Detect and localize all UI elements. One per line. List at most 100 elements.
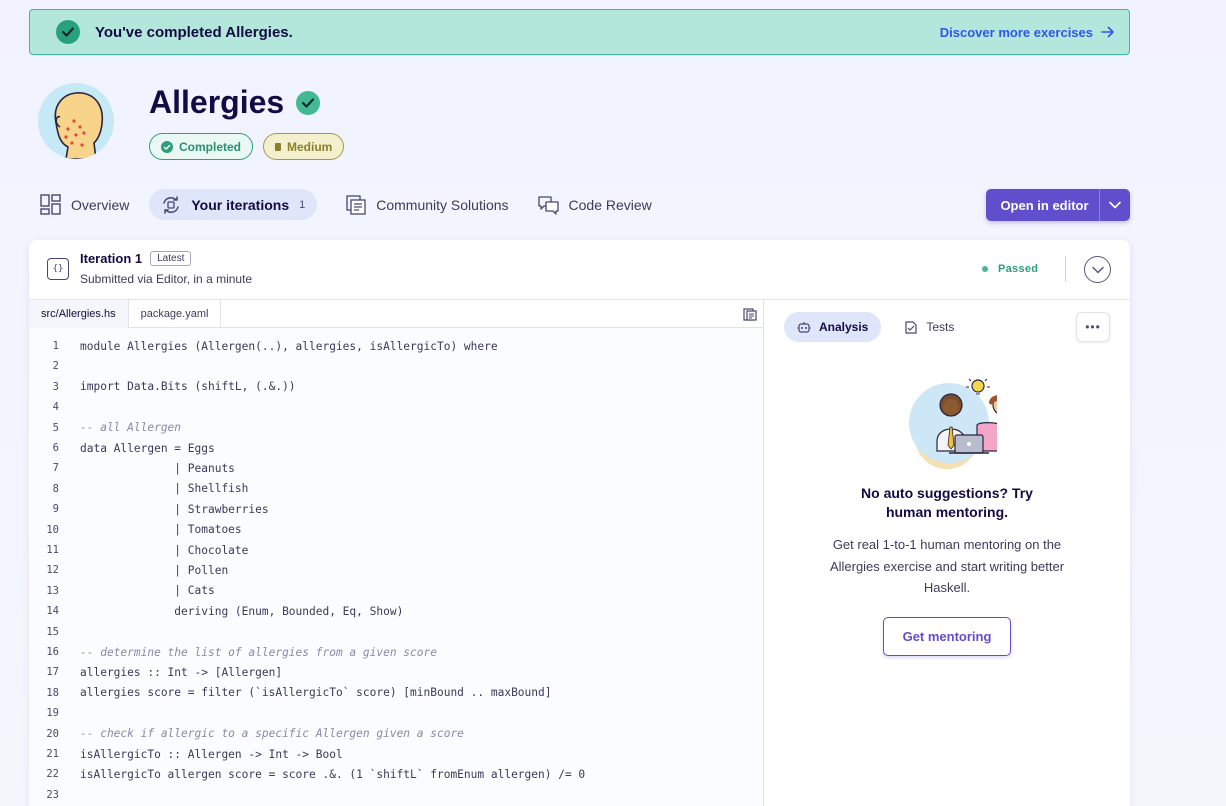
code-text: | Chocolate <box>80 543 249 557</box>
code-text: isAllergicTo :: Allergen -> Int -> Bool <box>80 747 343 761</box>
code-text: allergies score = filter (`isAllergicTo`… <box>80 686 552 700</box>
chevron-down-icon <box>1109 201 1121 209</box>
line-number: 8 <box>52 482 59 495</box>
tab-analysis[interactable]: Analysis <box>784 312 882 342</box>
get-mentoring-button[interactable]: Get mentoring <box>883 617 1011 656</box>
code-line: 19 <box>29 703 80 723</box>
copy-icon[interactable] <box>743 307 757 326</box>
tests-status-label: Passed <box>998 263 1039 275</box>
tests-icon <box>905 320 917 334</box>
code-file-icon: {} <box>47 258 69 280</box>
file-tab-package-yaml[interactable]: package.yaml <box>129 300 222 328</box>
editor-options-dropdown[interactable] <box>1099 189 1130 221</box>
line-number: 15 <box>46 625 59 638</box>
code-line: 3 import Data.Bits (shiftL, (.&.)) <box>29 377 296 397</box>
code-text: -- determine the list of allergies from … <box>80 645 437 659</box>
code-line: 6 data Allergen = Eggs <box>29 438 215 458</box>
tab-community-solutions[interactable]: Community Solutions <box>346 189 509 220</box>
community-solutions-icon <box>346 194 366 215</box>
line-number: 3 <box>52 380 59 393</box>
tab-your-iterations[interactable]: Your iterations 1 <box>149 189 318 220</box>
line-number: 6 <box>52 442 59 454</box>
line-number: 21 <box>46 748 59 760</box>
code-text: isAllergicTo allergen score = score .&. … <box>80 767 586 781</box>
open-in-editor-button[interactable]: Open in editor <box>986 189 1130 221</box>
line-number: 18 <box>46 686 59 699</box>
code-line: 7 | Peanuts <box>29 458 235 478</box>
exercise-title: Allergies <box>149 84 285 120</box>
file-tab-allergies-hs[interactable]: src/Allergies.hs <box>29 300 129 328</box>
code-review-icon <box>537 195 559 215</box>
code-line: 15 <box>29 622 80 642</box>
tab-analysis-label: Analysis <box>819 320 869 334</box>
mentoring-illustration <box>897 375 1014 476</box>
code-text: | Tomatoes <box>80 523 242 537</box>
difficulty-tag-label: Medium <box>287 139 333 154</box>
tab-tests[interactable]: Tests <box>891 312 967 342</box>
code-text: | Pollen <box>80 563 229 577</box>
line-number: 2 <box>52 360 59 373</box>
code-text: import Data.Bits (shiftL, (.&.)) <box>80 380 296 394</box>
exercise-tags: Completed Medium <box>149 133 345 160</box>
code-line: 23 <box>29 785 80 805</box>
tab-code-review-label: Code Review <box>568 196 652 213</box>
tab-overview-label: Overview <box>71 196 130 213</box>
line-number: 23 <box>46 788 59 801</box>
open-in-editor-label: Open in editor <box>1000 197 1089 213</box>
check-circle-icon <box>161 140 173 153</box>
more-options-button[interactable]: ••• <box>1076 312 1110 342</box>
overview-icon <box>40 194 61 215</box>
code-line: 4 <box>29 397 80 417</box>
line-number: 16 <box>46 646 59 658</box>
line-number: 22 <box>46 768 59 781</box>
exercise-icon <box>38 83 114 159</box>
code-line: 5 -- all Allergen <box>29 418 181 438</box>
line-number: 14 <box>46 605 59 618</box>
expand-iteration-button[interactable] <box>1084 256 1111 283</box>
line-number: 1 <box>52 340 59 352</box>
code-line: 14 deriving (Enum, Bounded, Eq, Show) <box>29 601 403 621</box>
discover-more-label: Discover more exercises <box>939 24 1093 40</box>
file-tabs: src/Allergies.hs package.yaml <box>29 300 763 328</box>
tab-overview[interactable]: Overview <box>40 189 129 220</box>
tests-status: Passed <box>982 263 1038 275</box>
tab-your-iterations-label: Your iterations <box>191 196 290 213</box>
arrow-right-icon <box>1101 26 1114 38</box>
completed-tag: Completed <box>149 133 254 160</box>
code-line: 18 allergies score = filter (`isAllergicT… <box>29 683 551 703</box>
code-line: 11 | Chocolate <box>29 540 248 560</box>
code-viewer: 1 module Allergies (Allergen(..), allergi… <box>29 328 763 806</box>
code-text: | Strawberries <box>80 502 269 516</box>
line-number: 20 <box>46 727 59 740</box>
panel-divider <box>763 300 764 806</box>
iteration-header: {} Iteration 1 Latest Submitted via Edit… <box>29 240 1130 300</box>
line-number: 11 <box>46 544 59 556</box>
chevron-down-icon <box>1091 266 1104 274</box>
code-line: 9 | Strawberries <box>29 499 269 519</box>
tab-community-solutions-label: Community Solutions <box>376 196 509 213</box>
analysis-tabs: Analysis Tests <box>784 312 967 342</box>
code-line: 10 | Tomatoes <box>29 520 242 540</box>
tab-code-review[interactable]: Code Review <box>537 189 652 220</box>
code-line: 16 -- determine the list of allergies fro… <box>29 642 437 662</box>
tab-tests-label: Tests <box>926 320 955 334</box>
header-divider <box>1065 256 1066 282</box>
completion-banner: You've completed Allergies. Discover mor… <box>29 9 1130 55</box>
code-line: 12 | Pollen <box>29 560 228 580</box>
banner-title: You've completed Allergies. <box>95 23 293 41</box>
code-text: | Cats <box>80 584 215 598</box>
exercise-title-row: Allergies <box>149 84 321 121</box>
line-number: 4 <box>52 401 59 414</box>
code-text: | Shellfish <box>80 482 249 496</box>
code-line: 17 allergies :: Int -> [Allergen] <box>29 662 282 682</box>
discover-more-link[interactable]: Discover more exercises <box>940 25 1115 40</box>
line-number: 7 <box>52 462 59 475</box>
iteration-panel: {} Iteration 1 Latest Submitted via Edit… <box>29 240 1130 806</box>
code-line: 22 isAllergicTo allergen score = score .&… <box>29 764 585 784</box>
code-text: -- all Allergen <box>80 421 182 435</box>
line-number: 9 <box>52 503 59 516</box>
no-suggestions-heading: No auto suggestions? Try human mentoring… <box>861 485 1033 520</box>
code-text: module Allergies (Allergen(..), allergie… <box>80 339 498 353</box>
difficulty-tag: Medium <box>263 133 345 160</box>
status-dot-icon <box>982 266 988 272</box>
